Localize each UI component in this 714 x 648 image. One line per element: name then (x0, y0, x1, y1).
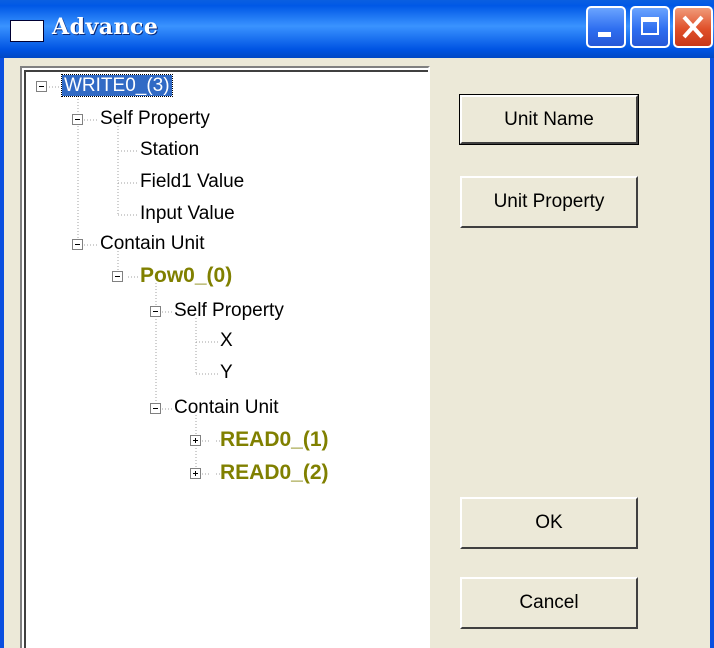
tree-node-root[interactable]: WRITE0_(3) (61, 74, 173, 97)
unit-name-button[interactable]: Unit Name (459, 94, 639, 145)
window-border-left (0, 58, 4, 648)
window-title: Advance (52, 14, 159, 40)
tree-node-label: Self Property (174, 300, 284, 321)
tree-node-label: READ0_(1) (220, 428, 329, 451)
read2-expand-toggle[interactable] (190, 468, 201, 479)
tree-node-label: Contain Unit (174, 397, 279, 418)
window-border-right (710, 58, 714, 648)
tree-view[interactable]: WRITE0_(3) Self Property Station Field1 … (20, 66, 430, 648)
tree-node-label: Pow0_(0) (140, 264, 233, 287)
close-button[interactable] (673, 6, 713, 48)
tree-node-label: X (220, 330, 233, 351)
ok-button-label: OK (535, 512, 563, 533)
cancel-button-label: Cancel (519, 592, 579, 613)
maximize-icon (641, 17, 659, 35)
minimize-button[interactable] (586, 6, 626, 48)
pow-collapse-toggle[interactable] (112, 271, 123, 282)
tree-node-label: Y (220, 362, 233, 383)
tree-node-label: Input Value (140, 203, 235, 224)
tree-node-root-label: WRITE0_(3) (61, 74, 173, 97)
tree-node-x[interactable]: X (220, 330, 233, 352)
unit-property-button[interactable]: Unit Property (460, 176, 638, 228)
minimize-icon (598, 32, 611, 37)
self-property-collapse-toggle[interactable] (72, 114, 83, 125)
contain-unit-collapse-toggle[interactable] (72, 239, 83, 250)
unit-property-button-label: Unit Property (493, 191, 605, 212)
tree-connector-lines (46, 86, 220, 475)
cancel-button[interactable]: Cancel (460, 577, 638, 629)
tree-node-read1[interactable]: READ0_(1) (220, 429, 329, 451)
tree-node-label: Self Property (100, 108, 210, 129)
tree-node-label: Contain Unit (100, 233, 205, 254)
maximize-button[interactable] (630, 6, 670, 48)
pow-contain-unit-collapse-toggle[interactable] (150, 403, 161, 414)
read1-expand-toggle[interactable] (190, 435, 201, 446)
tree-node-pow-self-property[interactable]: Self Property (174, 300, 284, 322)
pow-self-property-collapse-toggle[interactable] (150, 306, 161, 317)
tree-node-input-value[interactable]: Input Value (140, 203, 235, 225)
tree-node-self-property[interactable]: Self Property (100, 108, 210, 130)
root-collapse-toggle[interactable] (36, 81, 47, 92)
tree-node-label: Station (140, 139, 200, 160)
tree-node-pow[interactable]: Pow0_(0) (140, 265, 232, 287)
tree-node-station[interactable]: Station (140, 139, 199, 161)
unit-name-button-label: Unit Name (504, 108, 594, 130)
tree-node-field1-value[interactable]: Field1 Value (140, 171, 244, 193)
window-icon (10, 20, 44, 42)
close-icon (682, 15, 704, 39)
tree-node-label: READ0_(2) (220, 461, 329, 484)
ok-button[interactable]: OK (460, 497, 638, 549)
title-bar[interactable]: Advance (0, 0, 714, 58)
tree-node-pow-contain-unit[interactable]: Contain Unit (174, 397, 279, 419)
tree-node-read2[interactable]: READ0_(2) (220, 462, 329, 484)
tree-node-contain-unit[interactable]: Contain Unit (100, 233, 205, 255)
tree-node-y[interactable]: Y (220, 362, 233, 384)
tree-node-label: Field1 Value (140, 171, 245, 192)
